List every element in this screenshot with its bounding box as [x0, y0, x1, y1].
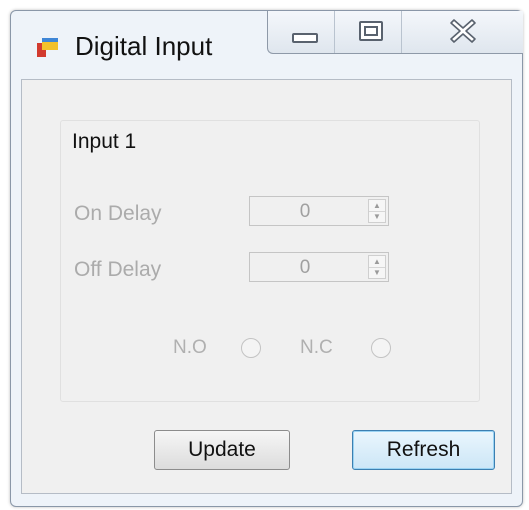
radio-no[interactable] — [241, 338, 261, 358]
caption-buttons — [267, 11, 523, 54]
maximize-icon — [359, 21, 383, 41]
close-icon — [450, 19, 476, 43]
off-delay-value: 0 — [299, 257, 311, 278]
radio-no-label: N.O — [173, 337, 207, 358]
off-delay-stepper[interactable]: 0 ▲ ▼ — [249, 252, 389, 282]
update-button[interactable]: Update — [154, 430, 290, 470]
group-title: Input 1 — [72, 130, 137, 153]
dialog-window: Digital Input Input 1 On Delay 0 ▲ ▼ Off… — [10, 10, 523, 507]
on-delay-label: On Delay — [74, 202, 162, 225]
spin-down-icon[interactable]: ▼ — [369, 211, 385, 222]
minimize-button[interactable] — [268, 11, 335, 53]
off-delay-spinner[interactable]: ▲ ▼ — [368, 255, 386, 279]
on-delay-spinner[interactable]: ▲ ▼ — [368, 199, 386, 223]
radio-nc[interactable] — [371, 338, 391, 358]
radio-nc-label: N.C — [300, 337, 333, 358]
window-title: Digital Input — [75, 31, 213, 61]
maximize-button[interactable] — [335, 11, 402, 53]
on-delay-stepper[interactable]: 0 ▲ ▼ — [249, 196, 389, 226]
client-area: Input 1 On Delay 0 ▲ ▼ Off Delay 0 ▲ ▼ N… — [21, 79, 512, 494]
close-button[interactable] — [402, 11, 523, 53]
refresh-button[interactable]: Refresh — [352, 430, 495, 470]
spin-down-icon[interactable]: ▼ — [369, 267, 385, 278]
on-delay-value: 0 — [299, 201, 311, 222]
app-icon — [37, 38, 58, 57]
title-bar[interactable]: Digital Input — [11, 11, 523, 79]
off-delay-label: Off Delay — [74, 258, 162, 281]
minimize-icon — [292, 33, 318, 43]
